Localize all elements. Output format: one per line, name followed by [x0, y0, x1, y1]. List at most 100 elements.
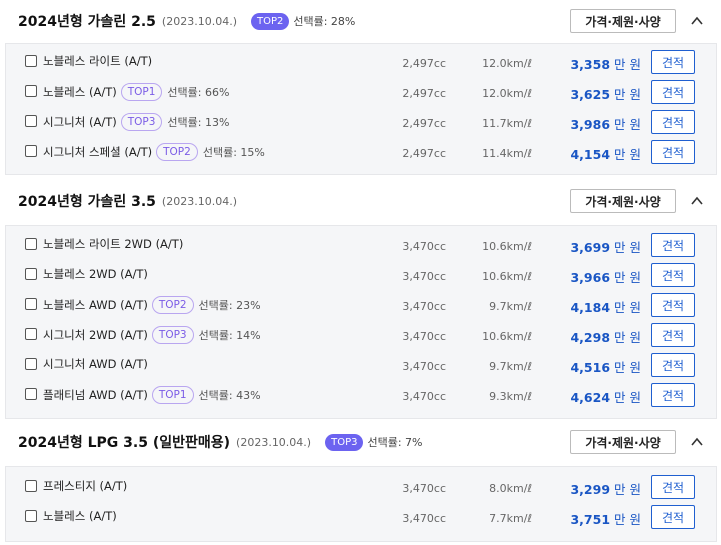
trim-price: 4,184 만 원	[546, 297, 641, 316]
compare-checkbox[interactable]	[25, 298, 37, 310]
compare-checkbox[interactable]	[25, 268, 37, 280]
trim-row: 노블레스 라이트 2WD (A/T) 3,470cc 10.6km/ℓ 3,699 만…	[6, 230, 716, 260]
estimate-button[interactable]: 견적	[651, 233, 695, 257]
price-unit: 만 원	[614, 390, 641, 405]
section-title: 2024년형 가솔린 3.5	[18, 194, 156, 210]
price-unit: 만 원	[614, 360, 641, 375]
section-date: (2023.10.04.)	[236, 435, 312, 449]
trim-name: 시그니처 2WD (A/T)	[43, 328, 148, 342]
trim-name-group: 시그니처 (A/T) TOP3 선택률: 13%	[43, 113, 229, 131]
price-unit: 만 원	[614, 87, 641, 102]
price-unit: 만 원	[614, 512, 641, 527]
compare-checkbox[interactable]	[25, 85, 37, 97]
price-spec-button[interactable]: 가격·제원·사양	[570, 430, 676, 454]
trim-row: 시그니처 스페셜 (A/T) TOP2 선택률: 15% 2,497cc 11.4km/…	[6, 137, 716, 167]
estimate-button[interactable]: 견적	[651, 353, 695, 377]
compare-checkbox[interactable]	[25, 388, 37, 400]
trim-name: 노블레스 (A/T)	[43, 509, 117, 523]
trim-panel: 노블레스 라이트 (A/T) 2,497cc 12.0km/ℓ 3,358 만 원 견적…	[5, 43, 717, 175]
displacement: 2,497cc	[402, 117, 446, 130]
trim-name: 노블레스 라이트 2WD (A/T)	[43, 237, 184, 251]
price-value: 4,516	[570, 360, 611, 375]
top-rank-pill: TOP2	[156, 143, 198, 161]
top-rank-badge: TOP2	[250, 12, 290, 30]
section-header: 2024년형 가솔린 2.5 (2023.10.04.) TOP2 선택률: 28% 가…	[0, 0, 721, 42]
price-value: 4,184	[570, 300, 611, 315]
displacement: 3,470cc	[402, 270, 446, 283]
trim-name: 프레스티지 (A/T)	[43, 479, 128, 493]
trim-price: 3,299 만 원	[546, 479, 641, 498]
estimate-button[interactable]: 견적	[651, 505, 695, 529]
price-unit: 만 원	[614, 330, 641, 345]
trim-price: 4,624 만 원	[546, 387, 641, 406]
top-rank-pill: TOP1	[120, 83, 163, 101]
selection-rate: 선택률: 7%	[367, 436, 423, 449]
trim-name-group: 노블레스 라이트 2WD (A/T)	[43, 236, 183, 252]
trim-price: 3,966 만 원	[546, 267, 641, 286]
price-unit: 만 원	[614, 147, 641, 162]
compare-checkbox[interactable]	[25, 480, 37, 492]
trim-price: 3,358 만 원	[546, 54, 641, 73]
price-spec-button[interactable]: 가격·제원·사양	[570, 189, 676, 213]
displacement: 3,470cc	[402, 390, 446, 403]
trim-name-group: 노블레스 AWD (A/T) TOP2 선택률: 23%	[43, 296, 261, 314]
price-value: 3,751	[570, 512, 611, 527]
trim-name-group: 프레스티지 (A/T)	[43, 478, 127, 494]
displacement: 3,470cc	[402, 240, 446, 253]
trim-selection-rate: 선택률: 23%	[198, 299, 261, 312]
section-date: (2023.10.04.)	[161, 194, 237, 208]
fuel-efficiency: 9.7km/ℓ	[489, 360, 532, 373]
estimate-button[interactable]: 견적	[651, 475, 695, 499]
trim-name-group: 플래티넘 AWD (A/T) TOP1 선택률: 43%	[43, 386, 261, 404]
fuel-efficiency: 10.6km/ℓ	[482, 330, 532, 343]
estimate-button[interactable]: 견적	[651, 50, 695, 74]
displacement: 2,497cc	[402, 57, 446, 70]
top-rank-badge: TOP3	[325, 433, 364, 451]
estimate-button[interactable]: 견적	[651, 110, 695, 134]
trim-name-group: 노블레스 (A/T)	[43, 508, 117, 524]
chevron-up-icon[interactable]	[690, 194, 704, 208]
trim-name-group: 시그니처 AWD (A/T)	[43, 356, 148, 372]
section-header: 2024년형 LPG 3.5 (일반판매용) (2023.10.04.) TOP3 선…	[0, 421, 721, 463]
displacement: 3,470cc	[402, 300, 446, 313]
compare-checkbox[interactable]	[25, 55, 37, 67]
estimate-button[interactable]: 견적	[651, 293, 695, 317]
displacement: 3,470cc	[402, 482, 446, 495]
price-value: 3,625	[570, 87, 611, 102]
estimate-button[interactable]: 견적	[651, 80, 695, 104]
compare-checkbox[interactable]	[25, 510, 37, 522]
compare-checkbox[interactable]	[25, 238, 37, 250]
price-spec-button[interactable]: 가격·제원·사양	[570, 9, 676, 33]
trim-selection-rate: 선택률: 66%	[167, 86, 230, 99]
price-value: 4,154	[570, 147, 611, 162]
fuel-efficiency: 7.7km/ℓ	[489, 512, 532, 525]
price-value: 3,966	[570, 270, 611, 285]
trim-row: 노블레스 라이트 (A/T) 2,497cc 12.0km/ℓ 3,358 만 원 견적	[6, 47, 716, 77]
estimate-button[interactable]: 견적	[651, 263, 695, 287]
price-value: 3,986	[570, 117, 611, 132]
top-rank-pill: TOP3	[151, 326, 194, 344]
trim-price: 3,625 만 원	[546, 84, 641, 103]
price-unit: 만 원	[614, 57, 641, 72]
estimate-button[interactable]: 견적	[651, 383, 695, 407]
chevron-up-icon[interactable]	[690, 435, 704, 449]
trim-name-group: 노블레스 라이트 (A/T)	[43, 53, 152, 69]
trim-row: 플래티넘 AWD (A/T) TOP1 선택률: 43% 3,470cc 9.3km/ℓ…	[6, 380, 716, 410]
trim-selection-rate: 선택률: 43%	[198, 389, 261, 402]
compare-checkbox[interactable]	[25, 328, 37, 340]
compare-checkbox[interactable]	[25, 145, 37, 157]
price-unit: 만 원	[614, 300, 641, 315]
trim-price: 3,986 만 원	[546, 114, 641, 133]
compare-checkbox[interactable]	[25, 115, 37, 127]
trim-selection-rate: 선택률: 14%	[198, 329, 261, 342]
compare-checkbox[interactable]	[25, 358, 37, 370]
trim-selection-rate: 선택률: 13%	[167, 116, 230, 129]
estimate-button[interactable]: 견적	[651, 140, 695, 164]
trim-name: 시그니처 (A/T)	[43, 115, 117, 129]
price-value: 3,699	[570, 240, 611, 255]
trim-panel: 프레스티지 (A/T) 3,470cc 8.0km/ℓ 3,299 만 원 견적 노블레스…	[5, 466, 717, 542]
estimate-button[interactable]: 견적	[651, 323, 695, 347]
chevron-up-icon[interactable]	[690, 14, 704, 28]
price-value: 3,358	[570, 57, 611, 72]
trim-name: 노블레스 라이트 (A/T)	[43, 54, 153, 68]
